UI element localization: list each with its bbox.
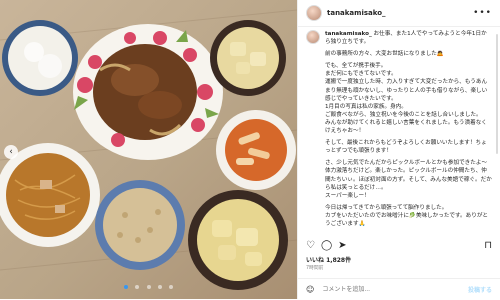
bookmark-icon[interactable]: ⊓	[484, 239, 492, 253]
chevron-left-icon[interactable]: ‹	[4, 145, 18, 159]
post-photo[interactable]: ‹	[0, 0, 297, 299]
username-link[interactable]: tanakamisako_	[327, 9, 386, 17]
caption-text: tanakamisako_ お仕事、また1人でやってみようと今年1日から独り立ち…	[325, 30, 492, 232]
caption-paragraph: そして、最後これからもどうぞよろしくお願いいたします！ちょっとずつでも頑張ります…	[325, 140, 487, 155]
post-comment-button[interactable]: 投稿する	[468, 285, 492, 294]
post-date: 7時間前	[306, 266, 324, 271]
instagram-post-view: ‹ tanakamisako_ ••• tanakamisako_ お仕事、また…	[0, 0, 500, 299]
caption-paragraph: さ、少し元気でたんだからピックルボールとかも参加できたよ～ 体力激落ちだけど。楽…	[325, 160, 492, 199]
likes-count[interactable]: いいね 1,828件	[306, 255, 351, 264]
caption-scrollbar[interactable]	[496, 34, 498, 154]
caption-avatar[interactable]	[306, 30, 320, 44]
post-side-panel: tanakamisako_ ••• tanakamisako_ お仕事、また1人…	[297, 0, 500, 299]
comment-icon[interactable]: ◯	[321, 239, 332, 253]
caption-paragraph: 今日は帰ってきてから頑張ってて脳作りました。 カブをいただいたのでお味噌汁に🥬美…	[325, 204, 489, 227]
carousel-dot[interactable]	[168, 285, 173, 289]
caption-paragraph: 前の事務所の方々、大変お世話になりました🙇	[325, 51, 444, 58]
post-header: tanakamisako_ •••	[298, 0, 500, 27]
comment-input[interactable]	[320, 285, 468, 294]
comment-bar: ☺ 投稿する	[298, 278, 500, 300]
carousel-dot[interactable]	[124, 285, 129, 289]
heart-icon[interactable]: ♡	[306, 239, 315, 253]
carousel-dot[interactable]	[146, 285, 151, 289]
avatar[interactable]	[306, 5, 322, 21]
carousel-dots	[0, 274, 297, 293]
carousel-dot[interactable]	[135, 285, 140, 289]
share-icon[interactable]: ➤	[338, 239, 346, 253]
more-options-icon[interactable]: •••	[473, 8, 492, 18]
caption-username[interactable]: tanakamisako_	[325, 31, 372, 37]
food-table-illustration	[0, 9, 297, 290]
carousel-dot[interactable]	[157, 285, 162, 289]
caption-paragraph: でも、全てが携手後手。 まだ何にもできてないです。 運搬で一度独立した時、力入り…	[325, 63, 488, 135]
caption-area: tanakamisako_ お仕事、また1人でやってみようと今年1日から独り立ち…	[306, 30, 492, 238]
emoji-icon[interactable]: ☺	[306, 285, 314, 294]
post-actions: ♡ ◯ ➤ ⊓	[306, 239, 492, 253]
